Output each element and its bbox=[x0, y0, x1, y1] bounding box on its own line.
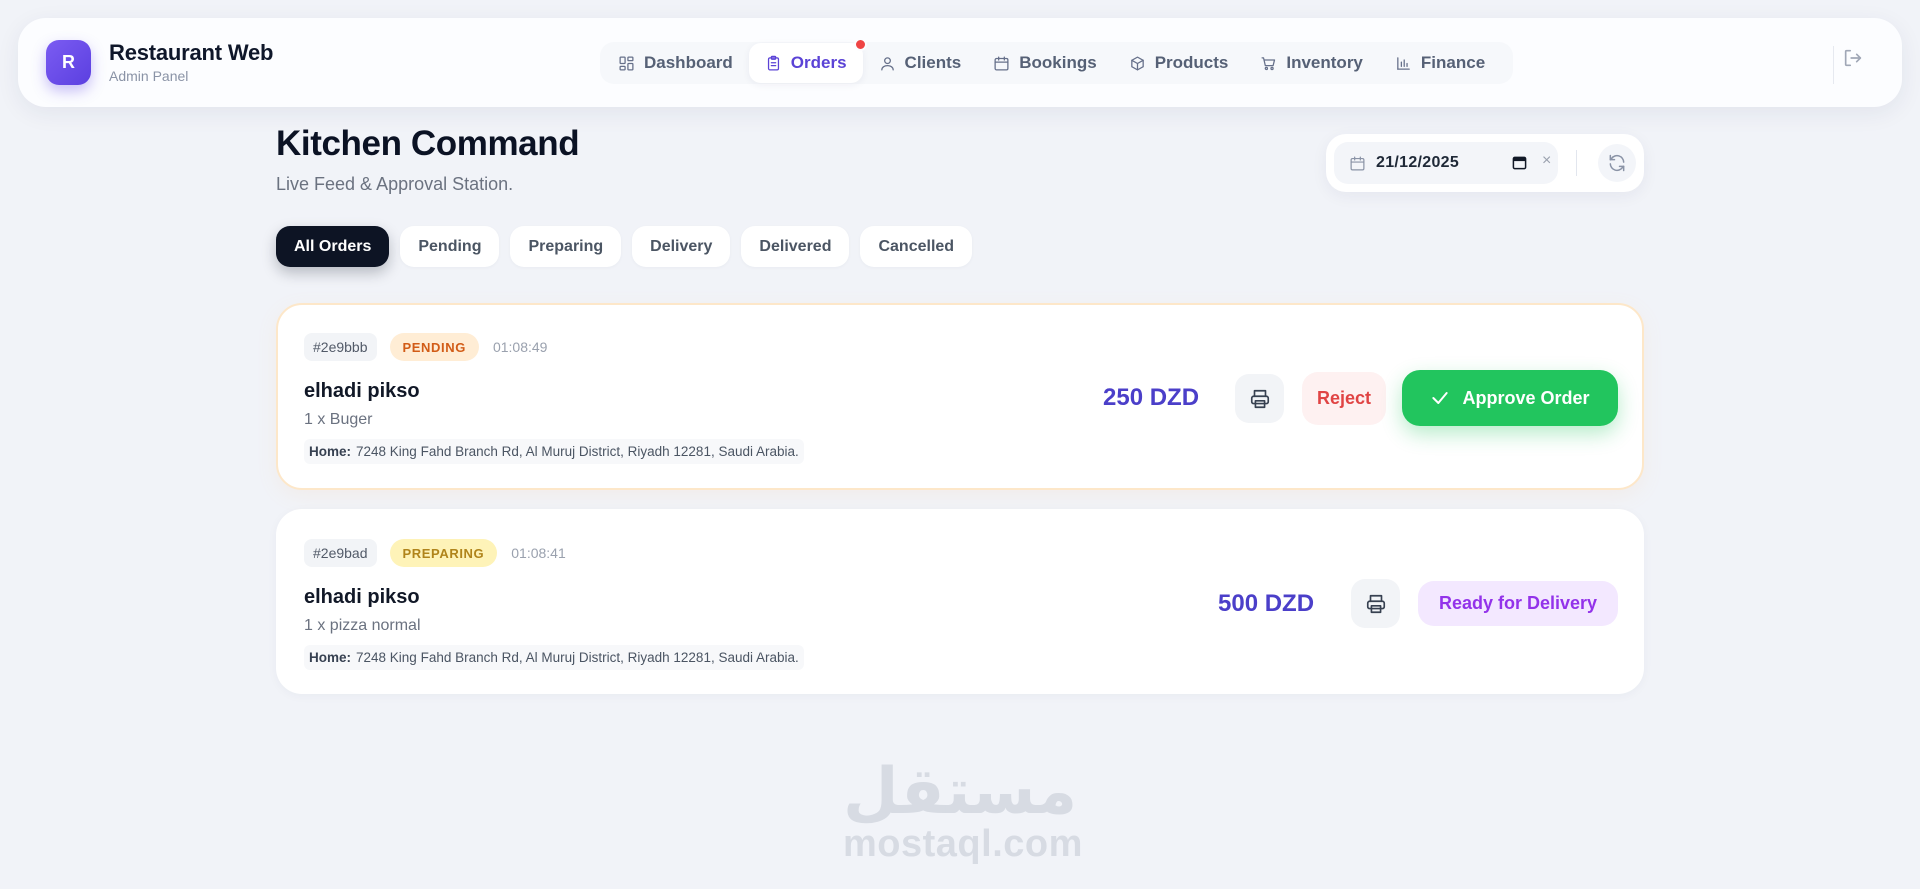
address-text: 7248 King Fahd Branch Rd, Al Muruj Distr… bbox=[356, 650, 799, 665]
status-badge: PREPARING bbox=[389, 539, 498, 567]
nav-item-bookings[interactable]: Bookings bbox=[977, 43, 1112, 83]
order-id: #2e9bad bbox=[304, 539, 377, 567]
order-items: 1 x Buger bbox=[304, 411, 373, 428]
brand-title: Restaurant Web bbox=[109, 40, 274, 65]
tab-preparing[interactable]: Preparing bbox=[510, 226, 622, 267]
order-items: 1 x pizza normal bbox=[304, 617, 421, 634]
refresh-button[interactable] bbox=[1598, 144, 1636, 182]
address-label: Home: bbox=[309, 444, 352, 459]
refresh-icon bbox=[1609, 154, 1625, 172]
order-card: #2e9bad PREPARING 01:08:41 elhadi pikso … bbox=[276, 509, 1644, 694]
date-divider bbox=[1576, 150, 1577, 176]
tab-cancelled[interactable]: Cancelled bbox=[860, 226, 973, 267]
logout-icon bbox=[1844, 49, 1862, 67]
print-button[interactable] bbox=[1235, 374, 1284, 423]
order-meta: #2e9bbb PENDING 01:08:49 bbox=[304, 333, 547, 361]
dashboard-icon bbox=[619, 55, 634, 71]
address-text: 7248 King Fahd Branch Rd, Al Muruj Distr… bbox=[356, 444, 799, 459]
nav-item-clients[interactable]: Clients bbox=[863, 43, 978, 83]
calendar-icon bbox=[1350, 156, 1365, 170]
order-id: #2e9bbb bbox=[304, 333, 377, 361]
brand[interactable]: R Restaurant Web Admin Panel bbox=[46, 40, 273, 85]
nav-item-finance[interactable]: Finance bbox=[1379, 43, 1501, 83]
printer-icon bbox=[1250, 389, 1269, 408]
order-meta: #2e9bad PREPARING 01:08:41 bbox=[304, 539, 566, 567]
delivery-address: Home: 7248 King Fahd Branch Rd, Al Muruj… bbox=[304, 439, 804, 464]
brand-logo: R bbox=[46, 40, 91, 85]
nav-item-products[interactable]: Products bbox=[1113, 43, 1245, 83]
nav-item-label: Inventory bbox=[1286, 53, 1363, 72]
nav-item-label: Orders bbox=[790, 53, 847, 72]
tab-delivered[interactable]: Delivered bbox=[741, 226, 850, 267]
page-title: Kitchen Command bbox=[276, 124, 580, 163]
ready-for-delivery-button[interactable]: Ready for Delivery bbox=[1418, 581, 1618, 626]
user-icon bbox=[880, 56, 894, 71]
tab-pending[interactable]: Pending bbox=[400, 226, 500, 267]
reject-button[interactable]: Reject bbox=[1302, 372, 1386, 425]
tab-delivery[interactable]: Delivery bbox=[632, 226, 731, 267]
nav-item-inventory[interactable]: Inventory bbox=[1244, 43, 1379, 83]
box-icon bbox=[1130, 55, 1144, 71]
status-badge: PENDING bbox=[389, 333, 479, 361]
nav-item-dashboard[interactable]: Dashboard bbox=[602, 43, 749, 83]
order-time: 01:08:41 bbox=[511, 545, 566, 561]
address-label: Home: bbox=[309, 650, 352, 665]
topbar-divider bbox=[1833, 46, 1834, 84]
nav-item-label: Clients bbox=[904, 53, 962, 72]
clipboard-icon bbox=[767, 55, 779, 71]
nav-item-label: Bookings bbox=[1019, 53, 1097, 72]
order-time: 01:08:49 bbox=[492, 339, 548, 355]
printer-icon bbox=[1366, 594, 1385, 613]
brand-subtitle: Admin Panel bbox=[109, 68, 189, 84]
order-card: #2e9bbb PENDING 01:08:49 elhadi pikso 1 … bbox=[276, 303, 1644, 490]
tab-all-orders[interactable]: All Orders bbox=[276, 226, 390, 267]
page-subtitle: Live Feed & Approval Station. bbox=[276, 174, 514, 194]
main-nav: Dashboard Orders Clients Bookings Produc… bbox=[600, 38, 1514, 84]
check-icon bbox=[1432, 392, 1449, 404]
approve-order-button[interactable]: Approve Order bbox=[1402, 370, 1618, 426]
order-filter-tabs: All Orders Pending Preparing Delivery De… bbox=[276, 226, 983, 267]
nav-item-label: Dashboard bbox=[644, 53, 733, 72]
date-filter: 21/12/2025 × bbox=[1326, 134, 1644, 192]
approve-label: Approve Order bbox=[1462, 387, 1590, 408]
customer-name: elhadi pikso bbox=[304, 380, 420, 402]
nav-item-label: Finance bbox=[1420, 53, 1486, 72]
calendar-icon bbox=[994, 55, 1009, 71]
nav-item-label: Products bbox=[1154, 53, 1229, 72]
nav-item-orders[interactable]: Orders bbox=[748, 38, 867, 83]
clear-date-button[interactable]: × bbox=[1542, 152, 1551, 170]
brand-text: Restaurant Web Admin Panel bbox=[109, 40, 274, 85]
order-price: 250 DZD bbox=[1103, 384, 1200, 411]
order-price: 500 DZD bbox=[1218, 590, 1315, 617]
bar-chart-icon bbox=[1397, 56, 1410, 70]
top-navigation-bar: R Restaurant Web Admin Panel Dashboard O… bbox=[18, 18, 1902, 107]
cart-icon bbox=[1261, 56, 1276, 70]
logout-button[interactable] bbox=[1840, 45, 1866, 71]
print-button[interactable] bbox=[1351, 579, 1400, 628]
date-picker-icon[interactable] bbox=[1512, 155, 1527, 170]
watermark-latin: mostaql.com bbox=[843, 823, 1083, 865]
date-value: 21/12/2025 bbox=[1376, 154, 1460, 171]
date-input[interactable]: 21/12/2025 × bbox=[1334, 142, 1558, 184]
customer-name: elhadi pikso bbox=[304, 586, 420, 608]
watermark-arabic: مستقل bbox=[843, 755, 1078, 829]
delivery-address: Home: 7248 King Fahd Branch Rd, Al Muruj… bbox=[304, 645, 804, 670]
watermark: مستقل mostaql.com bbox=[843, 755, 1083, 865]
